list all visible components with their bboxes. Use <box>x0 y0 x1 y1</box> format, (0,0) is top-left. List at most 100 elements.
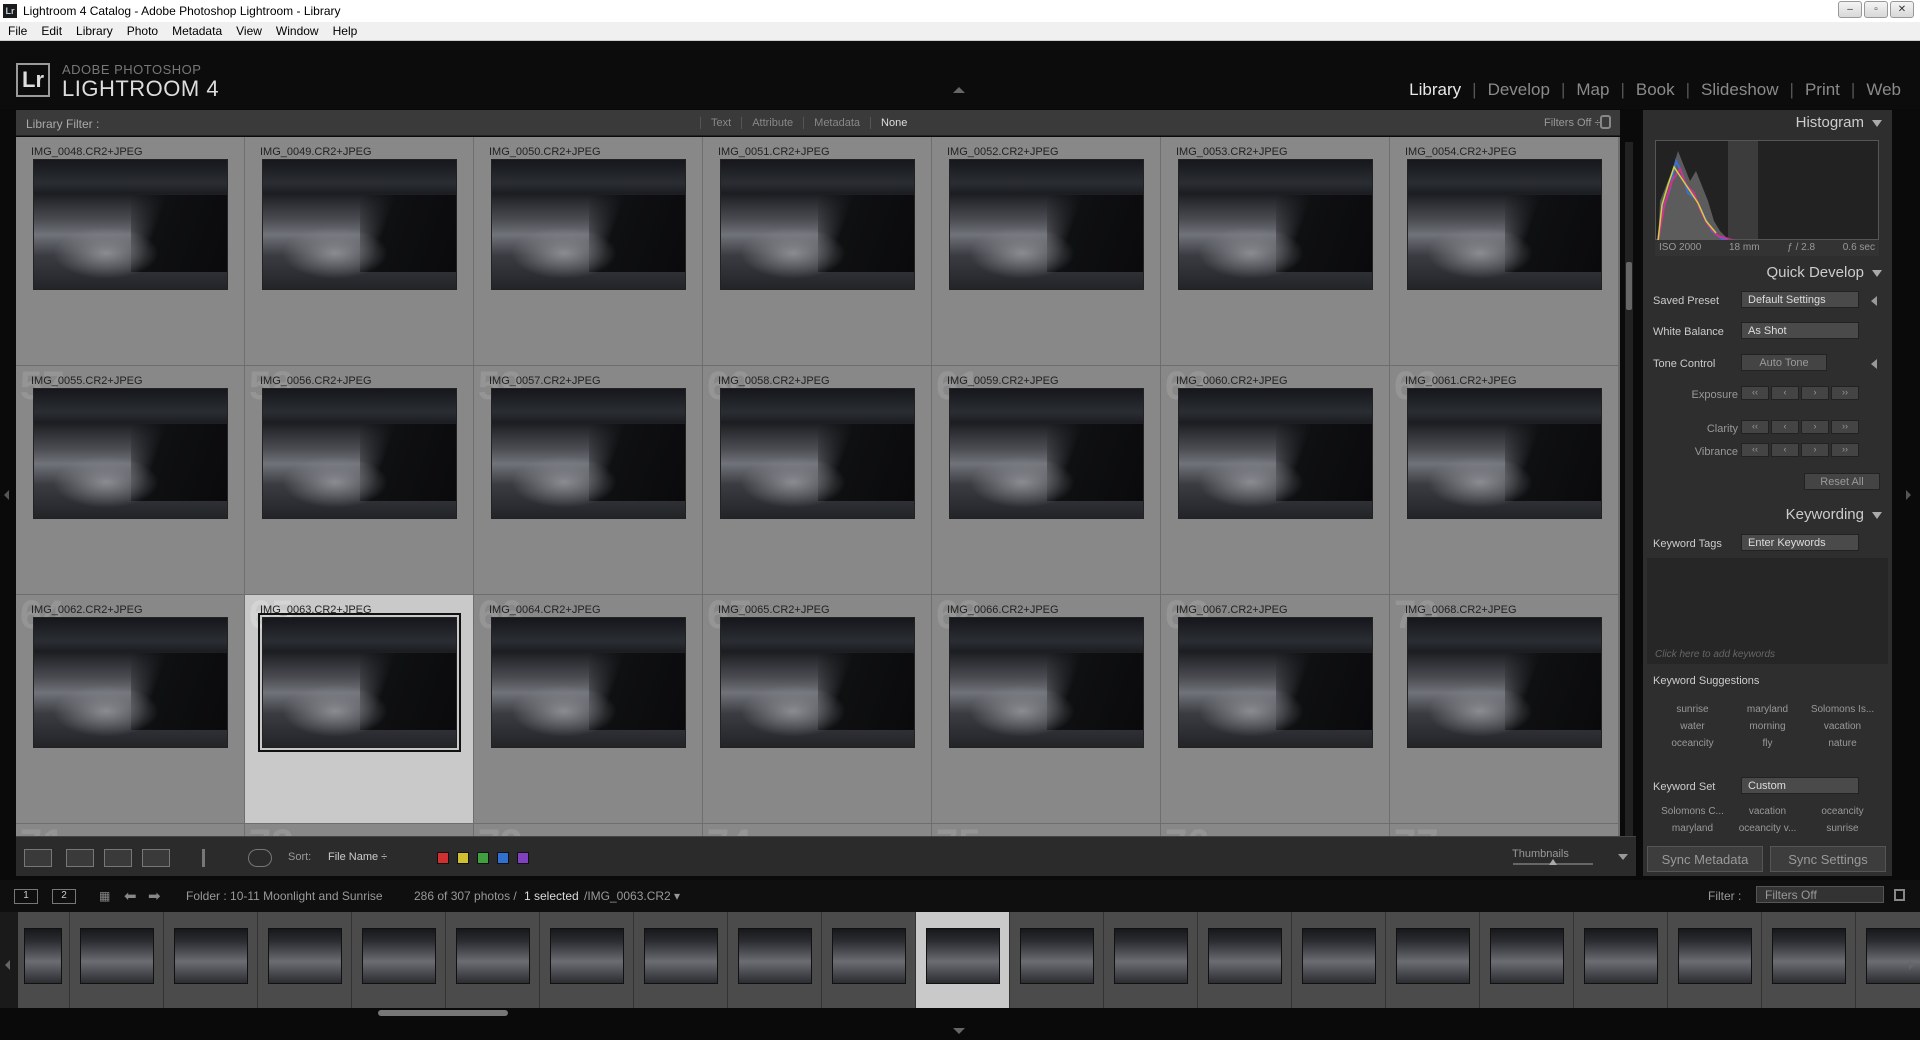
grid-cell[interactable]: IMG_0050.CR2+JPEG <box>474 137 703 366</box>
exposure-step-button[interactable]: › <box>1801 386 1829 400</box>
filmstrip-thumbnail[interactable] <box>1668 912 1762 1008</box>
grid-cell[interactable]: IMG_0053.CR2+JPEG <box>1161 137 1390 366</box>
photo-thumbnail[interactable] <box>1178 388 1373 519</box>
sync-metadata-button[interactable]: Sync Metadata <box>1647 846 1763 872</box>
saved-preset-dropdown[interactable]: Default Settings <box>1741 291 1859 308</box>
selected-file[interactable]: /IMG_0063.CR2 ▾ <box>584 889 680 903</box>
reset-all-button[interactable]: Reset All <box>1804 473 1880 490</box>
keyword-suggestion[interactable]: sunrise <box>1655 704 1730 715</box>
white-balance-dropdown[interactable]: As Shot <box>1741 322 1859 339</box>
photo-thumbnail[interactable] <box>491 617 686 748</box>
grid-cell[interactable]: IMG_0048.CR2+JPEG <box>16 137 245 366</box>
keyword-suggestion[interactable]: fly <box>1730 738 1805 749</box>
compare-view-icon[interactable] <box>104 849 132 867</box>
bottom-panel-toggle-icon[interactable] <box>953 1028 965 1034</box>
expand-icon[interactable] <box>1871 296 1877 306</box>
top-panel-toggle-icon[interactable] <box>953 87 965 93</box>
grid-cell[interactable]: IMG_0049.CR2+JPEG <box>245 137 474 366</box>
window-1-button[interactable]: 1 <box>14 889 38 904</box>
menu-view[interactable]: View <box>228 24 268 38</box>
filter-presets-dropdown[interactable]: Filters Off ÷ <box>1544 117 1601 129</box>
exposure-step-button[interactable]: ›› <box>1831 386 1859 400</box>
menu-library[interactable]: Library <box>68 24 119 38</box>
filmstrip-thumbnail[interactable] <box>446 912 540 1008</box>
keyword-suggestion[interactable]: morning <box>1730 721 1805 732</box>
grid-cell[interactable]: 59 IMG_0057.CR2+JPEG <box>474 364 703 595</box>
keyword-suggestion[interactable]: Solomons Is... <box>1805 704 1880 715</box>
filmstrip-thumbnail[interactable] <box>1292 912 1386 1008</box>
filmstrip-thumbnail[interactable] <box>258 912 352 1008</box>
grid-cell[interactable]: 67 IMG_0065.CR2+JPEG <box>703 593 932 824</box>
filmstrip-thumbnail[interactable] <box>1762 912 1856 1008</box>
grid-cell[interactable]: 63 IMG_0061.CR2+JPEG <box>1390 364 1619 595</box>
sort-direction-icon[interactable] <box>248 849 272 867</box>
menu-file[interactable]: File <box>0 24 33 38</box>
grid-cell[interactable]: 66 IMG_0064.CR2+JPEG <box>474 593 703 824</box>
photo-thumbnail[interactable] <box>262 159 457 290</box>
keyword-set-dropdown[interactable]: Custom <box>1741 777 1859 794</box>
grid-cell[interactable]: 64 IMG_0062.CR2+JPEG <box>16 593 245 824</box>
menu-photo[interactable]: Photo <box>119 24 164 38</box>
photo-thumbnail[interactable] <box>33 159 228 290</box>
module-book[interactable]: Book <box>1625 80 1686 100</box>
keyword-suggestion[interactable]: vacation <box>1805 721 1880 732</box>
menu-help[interactable]: Help <box>325 24 364 38</box>
exposure-step-button[interactable]: ‹‹ <box>1741 386 1769 400</box>
menu-metadata[interactable]: Metadata <box>164 24 228 38</box>
forward-arrow-icon[interactable]: ➡ <box>148 887 161 905</box>
keyword-set-item[interactable]: maryland <box>1655 823 1730 834</box>
filter-attribute[interactable]: Attribute <box>741 117 803 129</box>
keyword-suggestion[interactable]: maryland <box>1730 704 1805 715</box>
lock-icon[interactable] <box>1600 115 1611 129</box>
survey-view-icon[interactable] <box>142 849 170 867</box>
color-label-blue[interactable] <box>497 852 509 864</box>
window-2-button[interactable]: 2 <box>52 889 76 904</box>
exposure-step-button[interactable]: ‹ <box>1771 386 1799 400</box>
filmstrip-thumbnail[interactable] <box>1386 912 1480 1008</box>
expand-icon[interactable] <box>1871 359 1877 369</box>
vibrance-step-button[interactable]: ‹‹ <box>1741 443 1769 457</box>
photo-thumbnail[interactable] <box>258 613 461 752</box>
filmstrip-thumbnail[interactable] <box>1104 912 1198 1008</box>
keyword-suggestion[interactable]: oceancity <box>1655 738 1730 749</box>
filmstrip-scroll-left-icon[interactable] <box>5 960 10 970</box>
grid-cell[interactable]: 75 <box>932 822 1161 836</box>
grid-cell[interactable]: 60 IMG_0058.CR2+JPEG <box>703 364 932 595</box>
menu-window[interactable]: Window <box>268 24 325 38</box>
grid-cell[interactable]: 72 <box>245 822 474 836</box>
color-label-red[interactable] <box>437 852 449 864</box>
grid-cell[interactable]: 68 IMG_0066.CR2+JPEG <box>932 593 1161 824</box>
thumbnail-size-handle[interactable] <box>1549 859 1557 865</box>
keyword-set-item[interactable]: Solomons C... <box>1655 806 1730 817</box>
grid-cell[interactable]: 74 <box>703 822 932 836</box>
keyword-suggestions-label[interactable]: Keyword Suggestions <box>1653 675 1759 687</box>
sync-settings-button[interactable]: Sync Settings <box>1770 846 1886 872</box>
filmstrip-thumbnail[interactable] <box>916 912 1010 1008</box>
photo-thumbnail[interactable] <box>720 388 915 519</box>
keyword-set-item[interactable]: oceancity <box>1805 806 1880 817</box>
thumbnail-size-slider[interactable] <box>1513 859 1593 865</box>
grid-cell[interactable]: 76 <box>1161 822 1390 836</box>
keyword-suggestion[interactable]: water <box>1655 721 1730 732</box>
keyword-tags-dropdown[interactable]: Enter Keywords <box>1741 534 1859 551</box>
filmstrip-thumbnail[interactable] <box>728 912 822 1008</box>
photo-thumbnail[interactable] <box>949 388 1144 519</box>
grid-cell[interactable]: 71 <box>16 822 245 836</box>
filmstrip-thumbnail[interactable] <box>1010 912 1104 1008</box>
keyword-set-item[interactable]: oceancity v... <box>1730 823 1805 834</box>
grid-cell[interactable]: IMG_0054.CR2+JPEG <box>1390 137 1619 366</box>
filter-metadata[interactable]: Metadata <box>803 117 870 129</box>
clarity-step-button[interactable]: ‹‹ <box>1741 420 1769 434</box>
grid-cell[interactable]: IMG_0052.CR2+JPEG <box>932 137 1161 366</box>
right-panel-toggle-icon[interactable] <box>1906 490 1911 500</box>
photo-thumbnail[interactable] <box>1407 388 1602 519</box>
photo-thumbnail[interactable] <box>720 159 915 290</box>
photo-thumbnail[interactable] <box>262 388 457 519</box>
module-slideshow[interactable]: Slideshow <box>1690 80 1790 100</box>
keywording-header[interactable]: Keywording <box>1643 506 1892 526</box>
back-arrow-icon[interactable]: ⬅ <box>124 887 137 905</box>
loupe-view-icon[interactable] <box>66 849 94 867</box>
grid-cell[interactable]: 58 IMG_0056.CR2+JPEG <box>245 364 474 595</box>
clarity-step-button[interactable]: ›› <box>1831 420 1859 434</box>
filter-none[interactable]: None <box>870 117 917 129</box>
